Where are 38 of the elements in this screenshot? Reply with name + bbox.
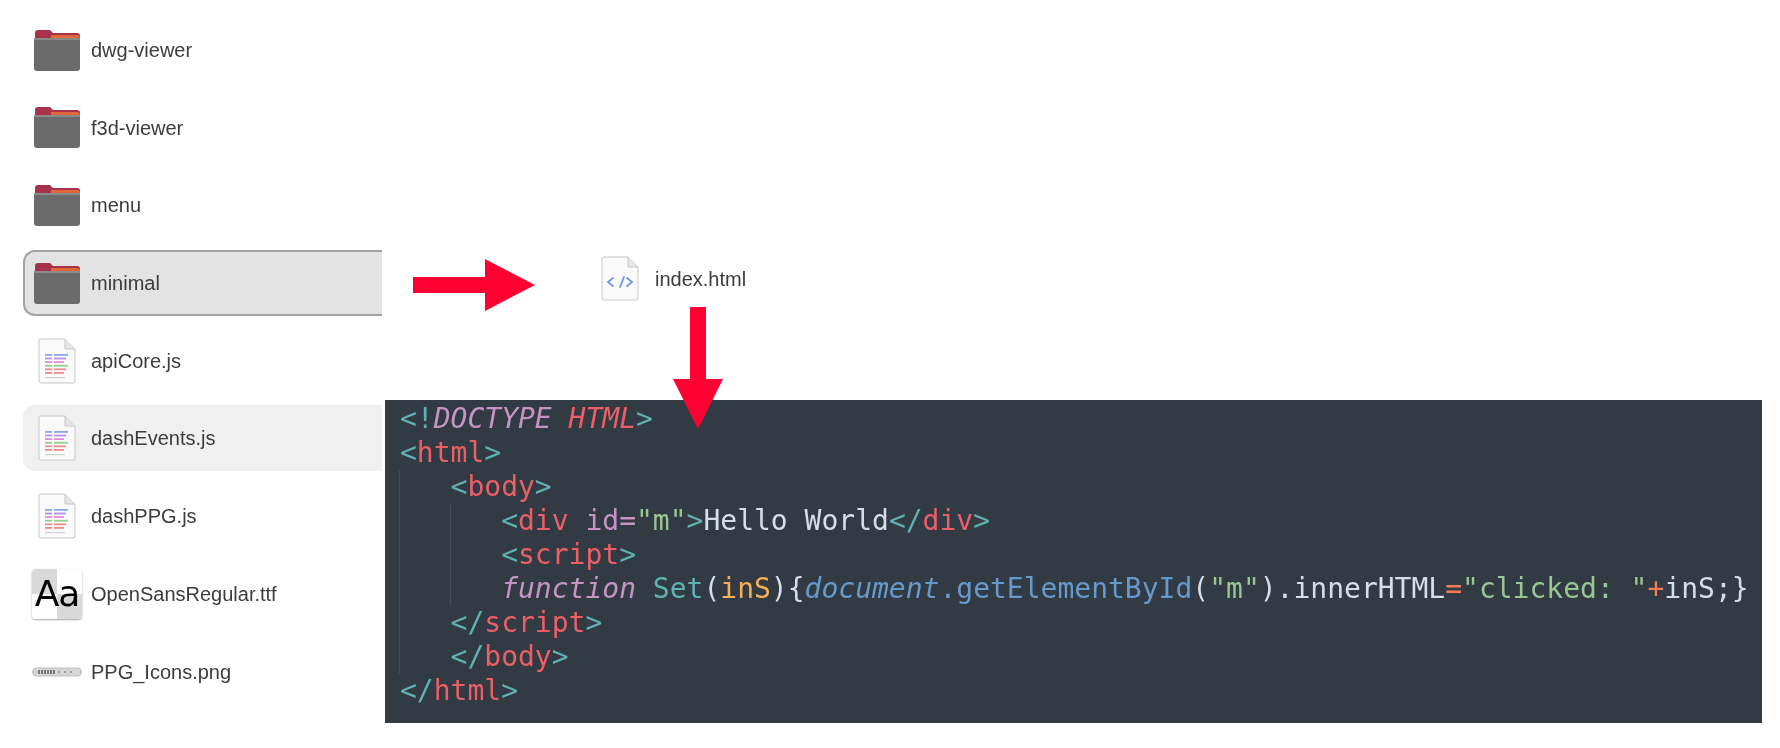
folder-icon [33,261,81,305]
file-name: dashPPG.js [91,504,197,530]
script-file-icon [37,337,77,384]
file-item[interactable]: minimal [23,250,382,317]
script-file-icon [37,415,77,462]
file-item[interactable]: dashPPG.js [23,483,382,550]
folder-icon [33,28,81,72]
file-item[interactable]: PPG_Icons.png [23,638,382,705]
image-strip-icon [32,666,82,677]
file-name: dwg-viewer [91,38,193,63]
file-item[interactable]: dwg-viewer [23,17,382,83]
file-item[interactable]: index.html [600,256,747,301]
file-name: dashEvents.js [91,426,216,452]
folder-icon [33,183,81,227]
code-line: </html> [400,674,519,708]
code-line: function Set(inS){document.getElementById("m").innerHTML="clicked: "+inS;} [501,572,1750,606]
code-line: <!DOCTYPE HTML> [400,402,654,436]
code-line: </body> [450,640,570,674]
code-line: <div id="m">Hello World</div> [501,504,992,538]
file-item[interactable]: f3d-viewer [23,94,382,161]
file-name: minimal [91,271,160,297]
file-name: apiCore.js [91,348,182,374]
file-name: OpenSansRegular.ttf [91,581,277,607]
file-item[interactable]: dashEvents.js [23,405,382,472]
file-item[interactable]: menu [23,172,382,239]
code-line: <body> [450,470,553,504]
code-line: </script> [450,606,604,640]
code-line: <script> [501,538,637,572]
code-line: <html> [400,436,503,470]
file-item[interactable]: Aa OpenSansRegular.ttf [23,560,382,627]
file-name: f3d-viewer [91,115,184,141]
html-file-icon [600,256,640,301]
file-item[interactable]: apiCore.js [23,327,382,394]
file-name: PPG_Icons.png [91,659,232,686]
folder-icon [33,106,81,150]
file-name: menu [91,193,142,219]
script-file-icon [37,493,77,540]
file-name: index.html [655,266,747,292]
